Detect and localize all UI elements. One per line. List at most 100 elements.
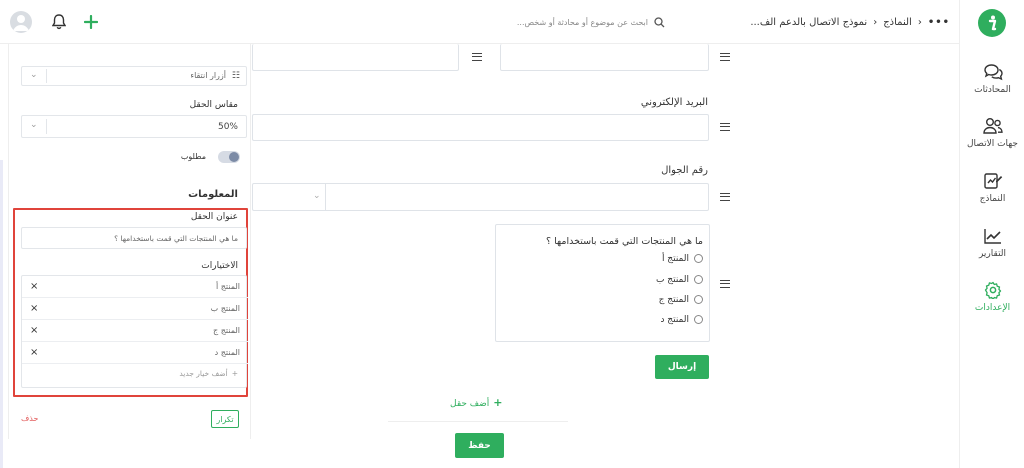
nav-item-forms[interactable]: النماذج bbox=[960, 172, 1024, 204]
field-settings-panel: ⌄ ☷ أزرار انتقاء مقاس الحقل ⌄ 50% مطلوب … bbox=[8, 44, 251, 439]
required-label: مطلوب bbox=[180, 152, 206, 161]
radio-label: المنتج د bbox=[660, 315, 689, 325]
nav-item-contacts[interactable]: جهات الاتصال bbox=[960, 117, 1024, 149]
plus-icon: + bbox=[231, 369, 238, 378]
nav-item-settings[interactable]: الإعدادات bbox=[960, 281, 1024, 313]
choice-input[interactable]: المنتج د bbox=[215, 348, 240, 357]
field-title-label: عنوان الحقل bbox=[190, 212, 238, 222]
radio-circle bbox=[694, 295, 703, 304]
radio-option[interactable]: المنتج د bbox=[660, 315, 703, 325]
search-icon bbox=[654, 16, 665, 28]
first-name-input[interactable] bbox=[252, 44, 459, 71]
drag-handle-icon[interactable] bbox=[720, 53, 730, 61]
duplicate-label: تكرار bbox=[216, 414, 234, 424]
question-card[interactable]: ما هي المنتجات التي قمت باستخدامها ؟ الم… bbox=[495, 224, 710, 342]
nav-label: جهات الاتصال bbox=[966, 139, 1018, 149]
choice-input[interactable]: المنتج ج bbox=[213, 326, 240, 335]
nav-label: النماذج bbox=[979, 194, 1006, 204]
add-choice-label: أضف خيار جديد bbox=[179, 369, 228, 378]
remove-choice-icon[interactable]: × bbox=[30, 303, 38, 314]
field-title-value: ما هي المنتجات التي قمت باستخدامها ؟ bbox=[114, 234, 238, 243]
remove-choice-icon[interactable]: × bbox=[30, 347, 38, 358]
field-size-value: 50% bbox=[217, 122, 238, 132]
radio-option[interactable]: المنتج أ bbox=[662, 254, 703, 264]
delete-button[interactable]: حذف bbox=[21, 414, 38, 423]
phone-label: رقم الجوال bbox=[661, 165, 708, 176]
choice-input[interactable]: المنتج ب bbox=[211, 304, 240, 313]
list-icon: ☷ bbox=[231, 71, 240, 81]
email-input[interactable] bbox=[252, 114, 709, 141]
bell-icon[interactable] bbox=[50, 13, 68, 31]
user-avatar[interactable] bbox=[10, 11, 32, 33]
form-canvas: البريد الإلكتروني رقم الجوال ⌄ ما هي الم… bbox=[252, 44, 732, 468]
chat-icon bbox=[983, 64, 1003, 81]
app-logo[interactable] bbox=[978, 9, 1006, 37]
add-choice-button[interactable]: +أضف خيار جديد bbox=[179, 369, 238, 378]
chevron-down-icon: ⌄ bbox=[30, 120, 38, 130]
chevron-left-icon: ‹ bbox=[873, 16, 878, 28]
nav-item-conversations[interactable]: المحادثات bbox=[960, 63, 1024, 95]
add-field-label: أضف حقل bbox=[450, 399, 490, 409]
choices-label: الاختيارات bbox=[201, 261, 238, 271]
settings-icon bbox=[984, 281, 1001, 299]
nav-label: المحادثات bbox=[974, 85, 1011, 95]
remove-choice-icon[interactable]: × bbox=[30, 325, 38, 336]
email-label: البريد الإلكتروني bbox=[640, 97, 708, 108]
question-title: ما هي المنتجات التي قمت باستخدامها ؟ bbox=[546, 236, 703, 247]
remove-choice-icon[interactable]: × bbox=[30, 281, 38, 292]
drag-handle-icon[interactable] bbox=[472, 53, 482, 61]
chevron-down-icon: ⌄ bbox=[313, 191, 321, 201]
info-heading: المعلومات bbox=[188, 189, 238, 200]
search-bar[interactable]: ابحث عن موضوع أو محادثة أو شخص... bbox=[505, 13, 665, 31]
nav-label: الإعدادات bbox=[974, 303, 1011, 313]
search-input[interactable]: ابحث عن موضوع أو محادثة أو شخص... bbox=[517, 18, 648, 27]
required-toggle[interactable] bbox=[218, 151, 240, 163]
radio-option[interactable]: المنتج ج bbox=[659, 295, 703, 305]
add-field-button[interactable]: +أضف حقل bbox=[450, 396, 502, 409]
save-label: حفظ bbox=[468, 440, 491, 451]
field-size-select[interactable]: ⌄ 50% bbox=[21, 115, 247, 138]
submit-label: إرسال bbox=[667, 362, 697, 372]
radio-circle bbox=[694, 315, 703, 324]
choice-row: × المنتج د bbox=[22, 342, 248, 364]
breadcrumb: ••• ‹ النماذج ‹ نموذج الاتصال بالدعم الف… bbox=[735, 11, 950, 33]
nav-item-reports[interactable]: التقارير bbox=[960, 227, 1024, 259]
duplicate-button[interactable]: تكرار bbox=[211, 410, 239, 428]
divider bbox=[388, 421, 568, 422]
chevron-left-icon: ‹ bbox=[917, 16, 922, 28]
breadcrumb-more-icon[interactable]: ••• bbox=[928, 17, 950, 28]
phone-input[interactable]: ⌄ bbox=[252, 183, 709, 211]
forms-icon bbox=[983, 173, 1002, 189]
chevron-down-icon: ⌄ bbox=[30, 70, 38, 80]
breadcrumb-current-form: نموذج الاتصال بالدعم الف... bbox=[750, 16, 868, 28]
main-sidebar: المحادثات جهات الاتصال النماذج التقارير … bbox=[959, 0, 1024, 468]
drag-handle-icon[interactable] bbox=[720, 193, 730, 201]
reports-icon bbox=[983, 229, 1001, 244]
contacts-icon bbox=[982, 118, 1003, 134]
save-button[interactable]: حفظ bbox=[455, 433, 504, 458]
submit-button[interactable]: إرسال bbox=[655, 355, 709, 379]
radio-label: المنتج أ bbox=[661, 254, 689, 264]
radio-circle bbox=[694, 254, 703, 263]
field-style-select[interactable]: ⌄ ☷ أزرار انتقاء bbox=[21, 66, 247, 86]
drag-handle-icon[interactable] bbox=[720, 123, 730, 131]
radio-label: المنتج ب bbox=[655, 275, 689, 285]
choice-input[interactable]: المنتج أ bbox=[216, 282, 240, 291]
radio-label: المنتج ج bbox=[658, 295, 689, 305]
scroll-track[interactable] bbox=[0, 160, 3, 468]
top-bar: ابحث عن موضوع أو محادثة أو شخص... ••• ‹ … bbox=[0, 0, 959, 44]
drag-handle-icon[interactable] bbox=[720, 280, 730, 288]
add-icon[interactable] bbox=[82, 13, 100, 31]
field-style-value: أزرار انتقاء bbox=[190, 71, 226, 80]
radio-option[interactable]: المنتج ب bbox=[656, 275, 703, 285]
field-title-input[interactable]: ما هي المنتجات التي قمت باستخدامها ؟ bbox=[21, 227, 247, 249]
plus-icon: + bbox=[493, 396, 503, 409]
last-name-input[interactable] bbox=[500, 44, 709, 71]
field-size-label: مقاس الحقل bbox=[189, 100, 238, 110]
choice-row: × المنتج ج bbox=[22, 320, 248, 342]
choice-row: × المنتج أ bbox=[22, 276, 248, 298]
choices-list: × المنتج أ × المنتج ب × المنتج ج × المنت… bbox=[21, 275, 248, 388]
nav-label: التقارير bbox=[978, 249, 1007, 259]
breadcrumb-forms[interactable]: النماذج bbox=[883, 17, 912, 28]
radio-circle bbox=[694, 275, 703, 284]
